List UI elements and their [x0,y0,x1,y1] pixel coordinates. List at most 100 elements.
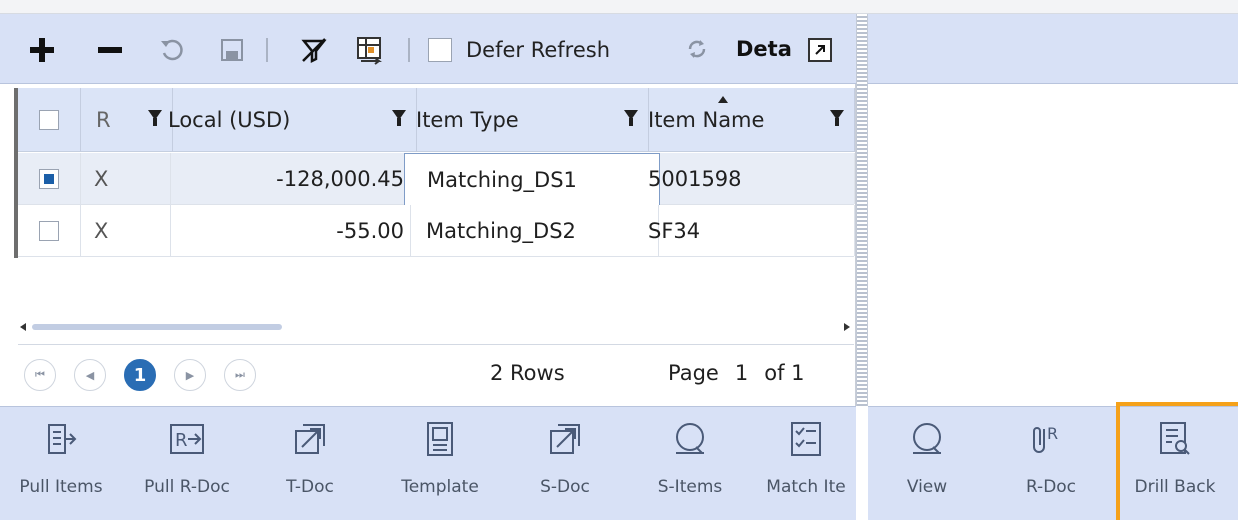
cell-item-name: SF34 [636,205,855,256]
filter-icon[interactable] [830,110,844,126]
pager: ⏮ ◀ 1 ▶ ⏭ 2 Rows Page 1 of 1 [18,344,854,404]
select-all-checkbox[interactable] [39,110,59,130]
scroll-left-icon[interactable] [20,323,26,331]
row-select-cell[interactable] [18,205,81,256]
column-chooser-button[interactable] [350,30,390,70]
pull-rdoc-label: Pull R-Doc [144,477,230,497]
sort-ascending-icon [718,96,728,103]
sdoc-button[interactable]: S-Doc [510,407,620,515]
sitems-icon [676,423,704,454]
template-label: Template [401,477,479,497]
undo-icon [161,39,183,61]
tdoc-button[interactable]: T-Doc [255,407,365,515]
pull-items-label: Pull Items [19,477,103,497]
page-number[interactable]: 1 [729,361,754,385]
column-header-local-usd[interactable]: Local (USD) [156,88,417,152]
popout-icon [815,45,825,55]
pull-rdoc-icon: R [170,424,204,454]
column-header-item-type[interactable]: Item Type [404,88,649,152]
cell-local-usd: -55.00 [156,205,411,256]
defer-refresh-toggle[interactable]: Defer Refresh [428,36,868,64]
tdoc-icon [295,424,325,454]
top-strip [0,0,1238,14]
match-items-icon [791,422,821,456]
add-button[interactable] [22,30,62,70]
panel-splitter[interactable] [856,14,868,406]
sdoc-label: S-Doc [540,477,590,497]
last-page-icon: ⏭ [235,368,245,381]
match-items-button[interactable]: Match Ite [756,407,856,515]
pull-rdoc-button[interactable]: R Pull R-Doc [132,407,242,515]
row-count: 2 Rows [490,361,565,385]
row-checkbox[interactable] [39,220,59,241]
first-page-button[interactable]: ⏮ [24,359,56,391]
rdoc-button[interactable]: R R-Doc [996,407,1106,515]
rdoc-label: R-Doc [1025,477,1077,497]
save-button[interactable] [212,30,252,70]
refresh-button[interactable] [682,34,712,64]
template-icon [427,422,453,456]
column-header-label: R [96,108,111,132]
svg-text:R: R [1047,424,1058,443]
save-icon [221,39,243,61]
rdoc-icon: R [1033,424,1058,453]
sdoc-icon [550,424,580,454]
page-label: Page [668,361,719,385]
add-icon [30,38,54,62]
refresh-icon [688,40,706,58]
select-all-cell[interactable] [18,88,81,152]
column-header-label: Local (USD) [168,108,291,132]
previous-page-button[interactable]: ◀ [74,359,106,391]
details-toggle[interactable]: Deta [736,34,796,64]
row-select-cell[interactable] [18,153,81,204]
match-items-label: Match Ite [766,477,846,497]
template-button[interactable]: Template [385,407,495,515]
view-label: View [906,477,948,497]
column-header-item-name[interactable]: Item Name [636,88,855,152]
row-checkbox[interactable] [39,168,59,189]
toolbar-separator [408,38,410,62]
remove-icon [98,47,122,53]
popout-button[interactable] [808,38,832,62]
details-label: Deta [736,37,792,61]
toolbar-separator [266,38,268,62]
tdoc-label: T-Doc [286,477,334,497]
view-icon [913,423,941,454]
svg-text:R: R [175,430,188,451]
remove-button[interactable] [90,30,130,70]
pull-items-icon [48,424,77,454]
clear-filter-icon [301,38,327,64]
scroll-right-icon[interactable] [844,323,850,331]
right-toolbar [868,14,1238,84]
grid-header: R Local (USD) Item Type Item Name [18,88,855,152]
clear-filter-button[interactable] [294,30,334,70]
horizontal-scrollbar[interactable] [18,318,854,336]
page-1-button[interactable]: 1 [124,359,156,391]
drill-back-highlight [1116,402,1238,520]
cell-item-type: Matching_DS2 [404,205,659,256]
next-page-button[interactable]: ▶ [174,359,206,391]
column-header-label: Item Type [416,108,519,132]
view-button[interactable]: View [872,407,982,515]
page-indicator: Page 1 of 1 [668,361,805,385]
next-page-icon: ▶ [185,368,195,382]
column-chooser-icon [357,37,382,65]
sitems-button[interactable]: S-Items [635,407,745,515]
defer-refresh-checkbox[interactable] [428,38,452,62]
last-page-button[interactable]: ⏭ [224,359,256,391]
table-row[interactable]: X -128,000.45 Matching_DS1 5001598 [18,153,855,206]
first-page-icon: ⏮ [35,368,45,381]
table-row[interactable]: X -55.00 Matching_DS2 SF34 [18,205,855,257]
action-bar: Pull Items R Pull R-Doc T-Doc Template S… [0,406,856,520]
cell-item-type[interactable]: Matching_DS1 [404,153,660,206]
previous-page-icon: ◀ [85,368,95,382]
undo-button[interactable] [152,30,192,70]
page-total: of 1 [764,361,805,385]
sitems-label: S-Items [657,477,723,497]
column-header-label: Item Name [648,108,765,132]
scrollbar-thumb[interactable] [32,324,282,330]
cell-local-usd: -128,000.45 [156,153,411,204]
pull-items-button[interactable]: Pull Items [6,407,116,515]
defer-refresh-label: Defer Refresh [466,38,611,62]
cell-item-name: 5001598 [636,153,855,204]
